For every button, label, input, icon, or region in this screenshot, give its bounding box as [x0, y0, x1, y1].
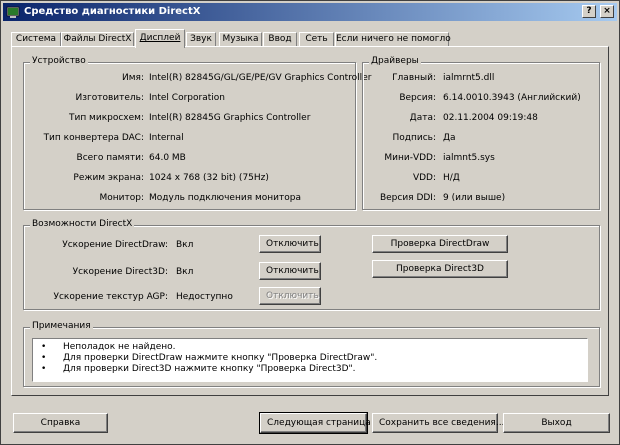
device-group: Устройство Имя: Intel(R) 82845G/GL/GE/PE…	[23, 56, 371, 210]
device-group-label: Устройство	[30, 56, 88, 66]
tab-system[interactable]: Система	[11, 32, 61, 47]
dac-type-value: Internal	[149, 133, 184, 143]
mini-vdd-label: Мини-VDD:	[384, 153, 436, 163]
driver-version-value: 6.14.0010.3943 (Английский)	[443, 93, 581, 103]
driver-date-label: Дата:	[409, 113, 436, 123]
directx-features-group: Возможности DirectX Ускорение DirectDraw…	[23, 219, 600, 310]
agp-texture-accel-label: Ускорение текстур AGP:	[53, 292, 169, 302]
ddi-version-label: Версия DDI:	[379, 193, 436, 203]
device-name-value: Intel(R) 82845G/GL/GE/PE/GV Graphics Con…	[149, 73, 372, 83]
device-name-label: Имя:	[122, 73, 144, 83]
tab-input[interactable]: Ввод	[263, 32, 297, 47]
exit-button[interactable]: Выход	[503, 413, 610, 433]
disable-direct3d-button[interactable]: Отключить	[259, 262, 321, 280]
tab-music[interactable]: Музыка	[219, 32, 262, 47]
signature-label: Подпись:	[392, 133, 436, 143]
dac-type-label: Тип конвертера DAC:	[43, 133, 144, 143]
drivers-group: Драйверы Главный: ialmrnt5.dll Версия: 6…	[362, 56, 600, 210]
tab-directx-files[interactable]: Файлы DirectX	[61, 32, 134, 47]
display-mode-label: Режим экрана:	[73, 173, 144, 183]
tab-music-label: Музыка	[222, 34, 259, 44]
tab-troubleshoot-label: Если ничего не помогло	[336, 34, 451, 44]
chip-type-label: Тип микросхем:	[68, 113, 144, 123]
tab-troubleshoot[interactable]: Если ничего не помогло	[335, 32, 451, 47]
tab-network-label: Сеть	[305, 34, 328, 44]
main-driver-value: ialmrnt5.dll	[443, 73, 495, 83]
mini-vdd-value: ialmnt5.sys	[443, 153, 495, 163]
directdraw-accel-value: Вкл	[176, 240, 194, 250]
save-all-info-button[interactable]: Сохранить все сведения...	[372, 413, 504, 433]
direct3d-accel-label: Ускорение Direct3D:	[72, 267, 168, 277]
vdd-label: VDD:	[412, 173, 436, 183]
window-title: Средство диагностики DirectX	[24, 6, 201, 17]
tab-display-label: Дисплей	[139, 33, 181, 43]
note-item: Для проверки Direct3D нажмите кнопку "Пр…	[41, 364, 587, 375]
directdraw-accel-label: Ускорение DirectDraw:	[62, 240, 168, 250]
test-directdraw-button[interactable]: Проверка DirectDraw	[372, 235, 508, 253]
drivers-group-label: Драйверы	[369, 56, 421, 66]
note-item: Неполадок не найдено.	[41, 342, 587, 353]
tab-system-label: Система	[15, 34, 57, 44]
display-mode-value: 1024 x 768 (32 bit) (75Hz)	[149, 173, 269, 183]
tab-display[interactable]: Дисплей	[135, 29, 185, 48]
main-driver-label: Главный:	[392, 73, 436, 83]
driver-version-label: Версия:	[399, 93, 436, 103]
driver-date-value: 02.11.2004 09:19:48	[443, 113, 538, 123]
help-button[interactable]: Справка	[13, 413, 108, 433]
signature-value: Да	[443, 133, 456, 143]
directx-features-group-label: Возможности DirectX	[30, 219, 135, 229]
monitor-label: Монитор:	[99, 193, 145, 203]
manufacturer-label: Изготовитель:	[75, 93, 144, 103]
next-page-button[interactable]: Следующая страница	[259, 412, 371, 434]
monitor-value: Модуль подключения монитора	[149, 193, 301, 203]
display-tab-panel: Устройство Имя: Intel(R) 82845G/GL/GE/PE…	[11, 46, 609, 396]
total-memory-value: 64.0 MB	[149, 153, 186, 163]
help-titlebar-button[interactable]: ?	[582, 5, 596, 18]
tab-directx-files-label: Файлы DirectX	[63, 34, 132, 44]
tab-sound-label: Звук	[190, 34, 212, 44]
close-window-button[interactable]: ×	[600, 5, 614, 18]
direct3d-accel-value: Вкл	[176, 267, 194, 277]
note-item: Для проверки DirectDraw нажмите кнопку "…	[41, 353, 587, 364]
total-memory-label: Всего памяти:	[76, 153, 144, 163]
agp-texture-accel-value: Недоступно	[176, 292, 233, 302]
chip-type-value: Intel(R) 82845G Graphics Controller	[149, 113, 311, 123]
tab-network[interactable]: Сеть	[299, 32, 334, 47]
tab-input-label: Ввод	[268, 34, 292, 44]
dxdiag-window: Средство диагностики DirectX ? × Система…	[0, 0, 620, 445]
disable-agp-texture-button[interactable]: Отключить	[259, 287, 321, 305]
notes-textbox[interactable]: Неполадок не найдено. Для проверки Direc…	[32, 338, 588, 382]
ddi-version-value: 9 (или выше)	[443, 193, 506, 203]
disable-directdraw-button[interactable]: Отключить	[259, 235, 321, 253]
vdd-value: Н/Д	[443, 173, 460, 183]
test-direct3d-button[interactable]: Проверка Direct3D	[372, 260, 508, 278]
manufacturer-value: Intel Corporation	[149, 93, 225, 103]
title-bar[interactable]: Средство диагностики DirectX ? ×	[3, 3, 617, 21]
dxdiag-app-icon	[6, 6, 20, 18]
tab-sound[interactable]: Звук	[186, 32, 216, 47]
notes-group: Примечания Неполадок не найдено. Для про…	[23, 321, 600, 387]
notes-group-label: Примечания	[30, 321, 93, 331]
